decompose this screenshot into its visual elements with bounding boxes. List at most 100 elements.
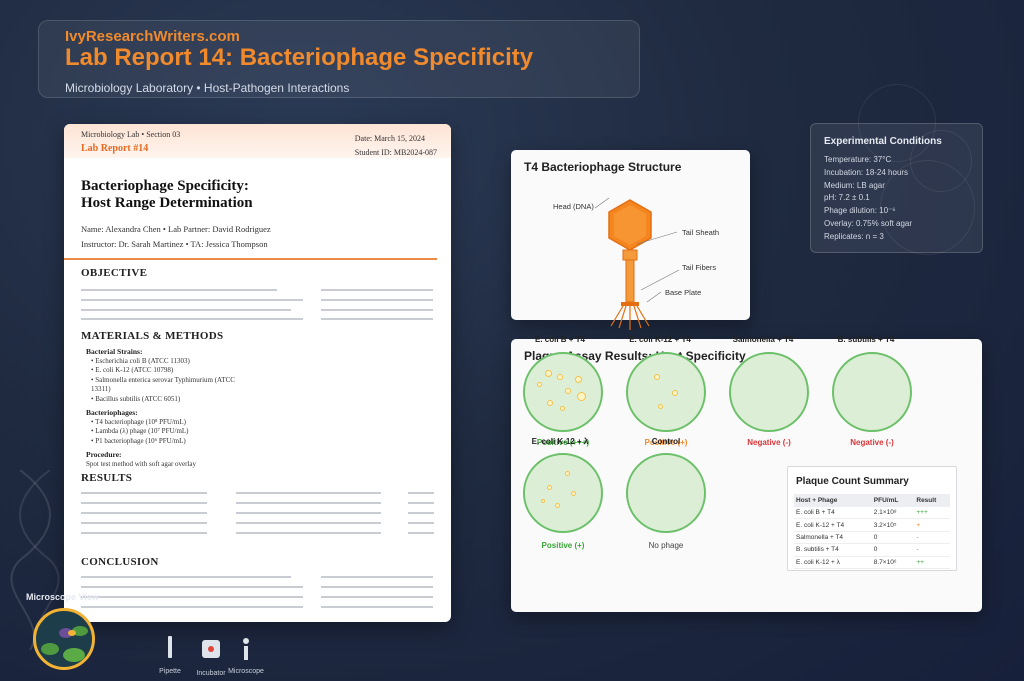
page-subtitle: Microbiology Laboratory • Host-Pathogen … [65, 81, 350, 95]
plaque [547, 485, 552, 490]
report-header: Microbiology Lab • Section 03 Lab Report… [64, 124, 451, 158]
text-line [81, 309, 291, 311]
plaque [565, 471, 570, 476]
results-placeholder-lines [81, 488, 451, 544]
section-divider [64, 258, 437, 260]
text-line [408, 532, 434, 534]
text-line [81, 492, 207, 494]
plaque [541, 499, 545, 503]
objective-heading: OBJECTIVE [81, 267, 148, 279]
text-line [81, 596, 303, 598]
text-line [81, 522, 207, 524]
procedure-heading: Procedure: [86, 450, 122, 459]
condition-item: Medium: LB agar [824, 180, 885, 190]
condition-item: pH: 7.2 ± 0.1 [824, 193, 870, 203]
report-title: Bacteriophage Specificity: Host Range De… [81, 178, 451, 212]
microscope-view-label: Microscope View [26, 592, 99, 602]
condition-item: Overlay: 0.75% soft agar [824, 218, 913, 228]
table-cell: 0 [871, 543, 915, 557]
petri-dish-control[interactable] [626, 453, 706, 533]
tool-microscope[interactable]: Microscope [226, 638, 266, 675]
list-item: Bacillus subtilis (ATCC 6051) [91, 395, 451, 405]
text-line [408, 492, 434, 494]
phage-collar [622, 249, 638, 261]
condition-item: Phage dilution: 10⁻⁶ [824, 206, 896, 216]
tool-label: Pipette [159, 668, 181, 675]
report-date: Date: March 15, 2024 [354, 134, 425, 143]
plaque [575, 376, 582, 383]
text-line [236, 502, 381, 504]
plaque-count-summary: Plaque Count Summary Host + Phage PFU/mL… [787, 466, 957, 571]
table-cell: Salmonella + T4 [794, 531, 872, 545]
petri-dish-ecoli-b-t4[interactable] [523, 352, 603, 432]
dish-result: No phage [648, 541, 684, 550]
plaque [547, 400, 553, 406]
condition-item: Incubation: 18-24 hours [824, 167, 909, 177]
dish-label: E. coli B + T4 [534, 335, 585, 344]
tool-pipette[interactable]: Pipette [155, 636, 185, 675]
plaque [545, 370, 552, 377]
tool-incubator[interactable]: Incubator [194, 640, 228, 677]
dish-label: E. coli K-12 + λ [531, 437, 589, 446]
summary-table: Host + Phage PFU/mL Result E. coli B + T… [794, 494, 950, 569]
table-row: E. coli B + T4 2.1×10⁸ +++ [794, 507, 950, 520]
table-cell: 2.1×10⁸ [871, 507, 915, 520]
dish-label: Control [651, 437, 681, 446]
table-cell: + [914, 518, 950, 532]
petri-dish-ecoli-k12-t4[interactable] [626, 352, 706, 432]
table-cell: 0 [871, 531, 915, 545]
incubator-icon [202, 640, 220, 658]
conditions-title: Experimental Conditions [824, 136, 942, 147]
text-line [321, 289, 433, 291]
label-tail-fibers: Tail Fibers [682, 263, 717, 272]
petri-dish-ecoli-k12-lambda[interactable] [523, 453, 603, 533]
text-line [321, 576, 433, 578]
brand-name[interactable]: IvyResearchWriters.com [65, 29, 613, 45]
plaque [557, 374, 563, 380]
dish-label: Salmonella + T4 [732, 335, 794, 344]
text-line [81, 606, 303, 608]
dish-result: Negative (-) [850, 438, 894, 447]
plaque [577, 392, 586, 401]
table-cell: 3.2×10⁵ [871, 518, 915, 532]
text-line [408, 502, 434, 504]
microscope-view-circle[interactable] [33, 608, 95, 670]
text-line [321, 586, 433, 588]
instructor-line: Instructor: Dr. Sarah Martinez • TA: Jes… [81, 239, 268, 249]
table-cell: - [914, 531, 950, 545]
label-tail-sheath: Tail Sheath [682, 228, 720, 237]
text-line [236, 492, 381, 494]
list-item: Escherichia coli B (ATCC 11303) [91, 357, 451, 367]
text-line [321, 606, 433, 608]
methods-heading: MATERIALS & METHODS [81, 330, 224, 342]
petri-dish-bsubtilis-t4[interactable] [832, 352, 912, 432]
text-line [236, 532, 381, 534]
procedure-text: Spot test method with soft agar overlay [86, 459, 197, 468]
table-cell: 8.7×10⁶ [871, 556, 915, 569]
text-line [321, 318, 433, 320]
plaque [537, 382, 542, 387]
results-heading: RESULTS [81, 472, 133, 484]
phage-base-plate [621, 302, 639, 306]
table-row: Salmonella + T4 0 - [794, 531, 950, 545]
text-line [81, 289, 277, 291]
lab-report-document: Microbiology Lab • Section 03 Lab Report… [64, 124, 451, 622]
phage-structure-card: T4 Bacteriophage Structure Head (DNA) Ta… [511, 150, 750, 330]
table-row: B. subtilis + T4 0 - [794, 543, 950, 557]
dish-label: E. coli K-12 + T4 [629, 335, 691, 344]
list-item: E. coli K-12 (ATCC 10798) [91, 366, 451, 376]
plaque [654, 374, 660, 380]
text-line [81, 532, 207, 534]
text-line [81, 512, 207, 514]
table-header-row: Host + Phage PFU/mL Result [794, 494, 950, 507]
list-item: T4 bacteriophage (10⁸ PFU/mL) [91, 418, 451, 428]
plaque [672, 390, 678, 396]
tool-label: Microscope [228, 668, 264, 675]
plaque [658, 404, 663, 409]
text-line [408, 512, 434, 514]
column-header: PFU/mL [871, 494, 915, 507]
condition-item: Temperature: 37°C [824, 155, 892, 164]
petri-dish-salmonella-t4[interactable] [729, 352, 809, 432]
conclusion-placeholder-lines [81, 572, 451, 612]
text-line [81, 318, 303, 320]
